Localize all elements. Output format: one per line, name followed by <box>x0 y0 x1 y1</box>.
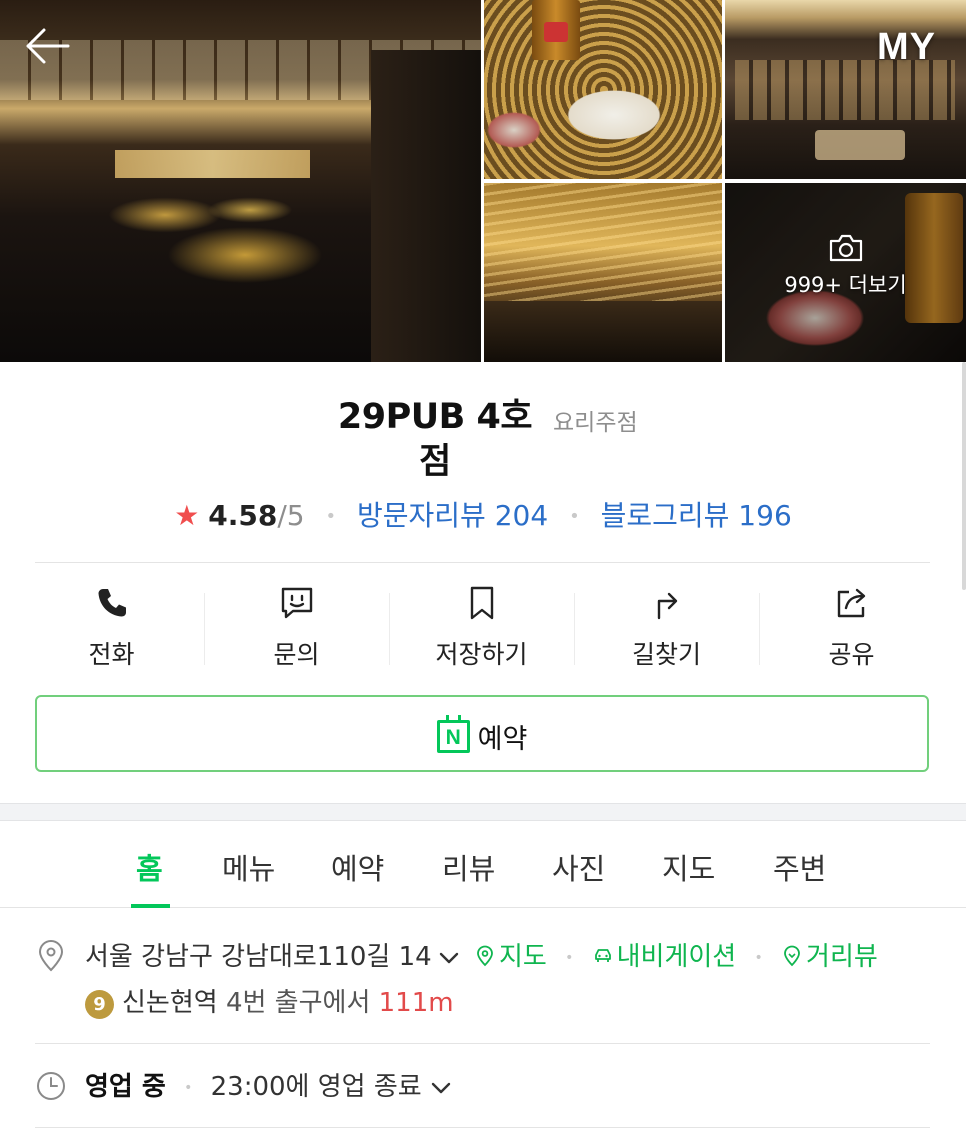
location-pin-icon <box>38 940 64 972</box>
phone-icon <box>98 589 126 617</box>
tab-home[interactable]: 홈 <box>136 846 163 888</box>
tab-reviews[interactable]: 리뷰 <box>442 846 495 888</box>
photo-detail <box>115 150 310 178</box>
rating-max: /5 <box>277 499 305 532</box>
closing-time: 23:00에 영업 종료 <box>210 1072 422 1102</box>
separator-dot: • <box>565 949 574 966</box>
subway-row: 9 신논현역 4번 출구에서 111m <box>85 985 454 1021</box>
tab-reservation[interactable]: 예약 <box>331 846 384 888</box>
tab-photos[interactable]: 사진 <box>552 846 605 888</box>
photo-detail <box>532 0 580 60</box>
separator-dot: • <box>325 506 337 527</box>
tab-map[interactable]: 지도 <box>662 846 715 888</box>
subway-line-badge: 9 <box>85 990 114 1019</box>
active-tab-indicator <box>131 904 170 908</box>
save-label: 저장하기 <box>435 640 528 669</box>
rating-row: ★ 4.58/5 • 방문자리뷰 204 • 블로그리뷰 196 <box>0 500 966 533</box>
share-label: 공유 <box>828 640 875 669</box>
hours-row[interactable]: 영업 중 • 23:00에 영업 종료 <box>85 1068 452 1107</box>
street-view-link[interactable]: 거리뷰 <box>781 942 878 972</box>
section-separator <box>0 803 966 821</box>
place-category: 요리주점 <box>553 410 638 436</box>
divider <box>35 1043 930 1044</box>
car-icon <box>594 949 611 962</box>
directions-label: 길찾기 <box>631 640 701 669</box>
navigation-link[interactable]: 내비게이션 <box>592 942 745 972</box>
chevron-down-icon[interactable] <box>430 1080 452 1096</box>
call-label: 전화 <box>88 640 135 669</box>
tab-menu[interactable]: 메뉴 <box>222 846 275 888</box>
station-name: 신논현역 <box>122 988 218 1018</box>
photo-gallery[interactable]: MY 999+ 더보기 <box>0 0 966 362</box>
divider <box>35 562 930 563</box>
separator-dot: • <box>754 949 763 966</box>
divider <box>35 1127 930 1128</box>
address-row: 서울 강남구 강남대로110길 14 지도 • 내비게이션 • 거리뷰 <box>85 938 878 977</box>
inquiry-button[interactable]: 문의 <box>204 585 389 675</box>
open-status: 영업 중 <box>85 1072 166 1102</box>
scrollbar[interactable] <box>962 362 966 590</box>
clock-icon <box>37 1072 65 1100</box>
share-button[interactable]: 공유 <box>759 585 944 675</box>
separator-dot: • <box>184 1079 193 1096</box>
inquiry-label: 문의 <box>273 640 320 669</box>
photo-detail <box>484 301 722 362</box>
photo-detail <box>815 130 905 160</box>
photo-detail <box>371 50 481 362</box>
save-button[interactable]: 저장하기 <box>389 585 574 675</box>
my-button[interactable]: MY <box>877 26 936 69</box>
address-text[interactable]: 서울 강남구 강남대로110길 14 <box>85 942 432 972</box>
photo-more-label: 999+ 더보기 <box>784 273 907 297</box>
station-distance: 111m <box>378 988 454 1018</box>
camera-icon <box>829 234 862 262</box>
star-icon: ★ <box>174 499 200 532</box>
separator-dot: • <box>569 506 580 527</box>
reserve-button[interactable]: N 예약 <box>35 695 929 772</box>
map-pin-icon <box>477 945 493 967</box>
rating-score: 4.58 <box>208 499 278 532</box>
directions-button[interactable]: 길찾기 <box>574 585 759 675</box>
bookmark-icon <box>470 586 493 620</box>
call-button[interactable]: 전화 <box>19 585 204 675</box>
photo-main-interior[interactable] <box>0 0 481 362</box>
share-icon <box>837 588 865 618</box>
reserve-label: 예약 <box>477 724 528 755</box>
chevron-down-icon[interactable] <box>438 950 460 966</box>
blog-reviews-link[interactable]: 블로그리뷰 196 <box>601 499 792 532</box>
directions-icon <box>657 592 677 620</box>
tab-nearby[interactable]: 주변 <box>773 846 826 888</box>
chat-icon <box>281 587 312 619</box>
photo-bar-counter[interactable] <box>484 183 722 362</box>
station-exit: 4번 출구에서 <box>225 988 371 1018</box>
naver-calendar-icon: N <box>436 715 470 753</box>
visitor-reviews-link[interactable]: 방문자리뷰 204 <box>357 499 548 532</box>
tab-bar: 홈 메뉴 예약 리뷰 사진 지도 주변 <box>0 822 966 908</box>
photo-detail <box>735 60 955 120</box>
place-name: 29PUB 4호점 <box>337 397 533 482</box>
street-view-icon <box>784 945 800 967</box>
action-bar: 전화 문의 저장하기 길찾기 공유 <box>19 585 944 675</box>
photo-more-button[interactable]: 999+ 더보기 <box>725 233 966 299</box>
map-link[interactable]: 지도 <box>474 942 555 972</box>
photo-food-bottle[interactable] <box>484 0 722 179</box>
back-arrow-icon[interactable] <box>24 26 70 66</box>
